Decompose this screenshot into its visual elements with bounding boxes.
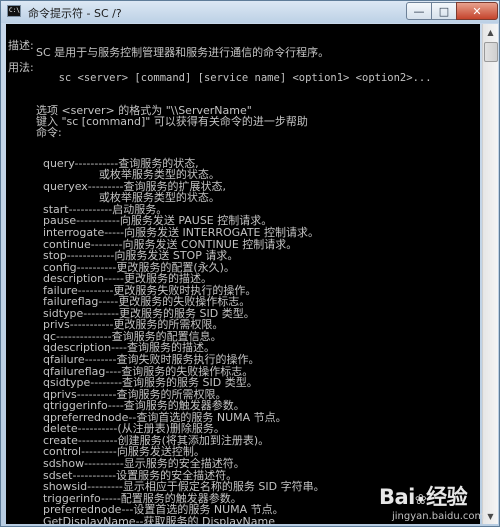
close-button[interactable]: ✕ [456,2,498,20]
cmd-icon[interactable]: C:\ [7,5,21,17]
command-prompt-window: C:\ 命令提示符 - SC /? — □ ✕ 描述: SC 是用于与服务控制管… [0,0,500,527]
baidu-logo-text: Bai [379,485,415,509]
watermark-url: jingyan.baidu.com [392,511,485,522]
jingyan-logo-text: 经验 [426,485,468,509]
minimize-button[interactable]: — [406,2,432,20]
scrollbar-thumb[interactable] [484,42,498,62]
baidu-logo: Bai❀经验 [379,481,495,511]
maximize-button[interactable]: □ [431,2,457,20]
scroll-up-arrow-icon[interactable]: ▲ [483,24,498,40]
console-line: sc <server> [command] [service name] <op… [8,72,432,84]
paw-icon: ❀ [414,492,427,508]
console-line: GetDisplayName--获取服务的 DisplayName [8,514,276,524]
console-output[interactable]: 描述: SC 是用于与服务控制管理器和服务进行通信的命令行程序。 用法: sc <… [6,24,480,524]
vertical-scrollbar[interactable]: ▲ ▼ [482,24,498,524]
console-line: 命令: [8,126,62,139]
baidu-jingyan-watermark: Bai❀经验 jingyan.baidu.com [379,481,495,525]
title-bar[interactable]: C:\ 命令提示符 - SC /? — □ ✕ [1,1,499,23]
window-title: 命令提示符 - SC /? [28,7,122,20]
console-line: SC 是用于与服务控制管理器和服务进行通信的命令行程序。 [8,46,330,59]
